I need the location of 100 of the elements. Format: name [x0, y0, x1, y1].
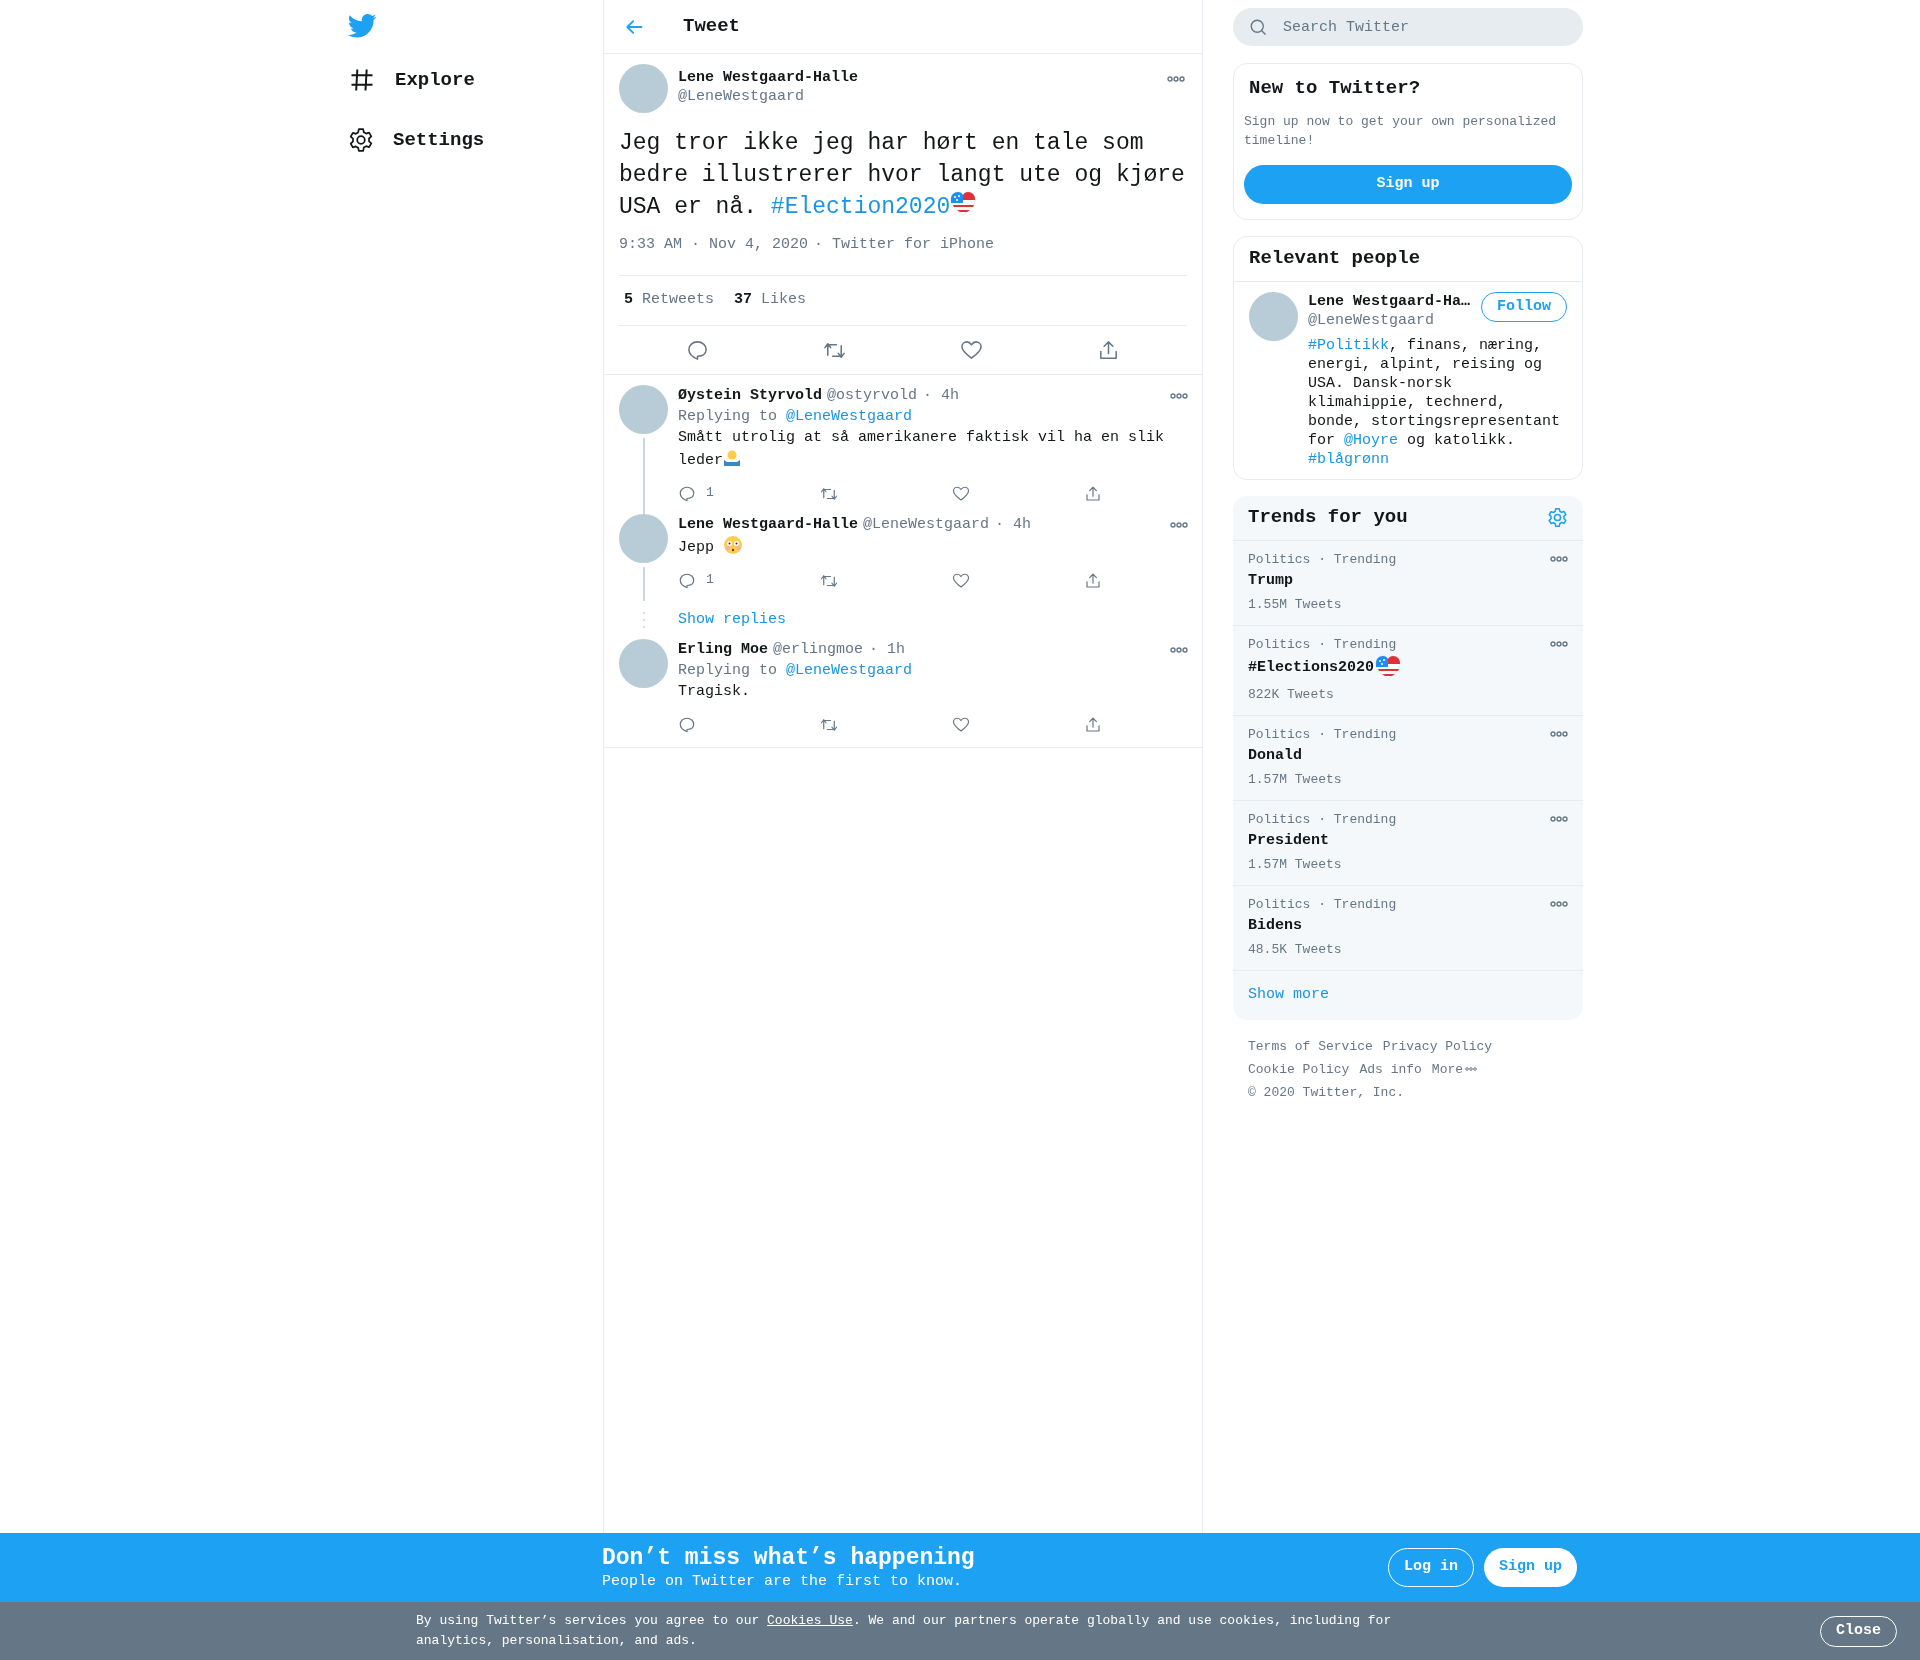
tweet-stat[interactable]: 37 Likes: [734, 289, 807, 312]
search-field[interactable]: Search Twitter: [1233, 8, 1583, 46]
show-more-link[interactable]: Show more: [1248, 983, 1329, 1007]
share-icon[interactable]: [1084, 485, 1102, 503]
mention-link[interactable]: @LeneWestgaard: [786, 662, 913, 679]
more-icon[interactable]: [1550, 555, 1568, 562]
more-icon[interactable]: [1550, 900, 1568, 907]
footer-link[interactable]: Ads info: [1359, 1057, 1422, 1081]
trend-item[interactable]: Politics · Trending Trump 1.55M Tweets: [1233, 540, 1583, 626]
more-icon[interactable]: [1550, 730, 1568, 737]
reply-icon[interactable]: [686, 338, 709, 362]
card-title: New to Twitter?: [1248, 76, 1422, 101]
show-replies-link[interactable]: Show replies: [678, 608, 787, 632]
trend-item[interactable]: Politics · Trending Bidens 48.5K Tweets: [1233, 885, 1583, 971]
trend-item[interactable]: Politics · Trending Donald 1.57M Tweets: [1233, 715, 1583, 801]
more-icon[interactable]: [1170, 646, 1188, 653]
footer-link[interactable]: Privacy Policy: [1382, 1034, 1493, 1058]
cookie-text: By using Twitter’s services you agree to our Cookies Use. We and our partners operate globally and use cookies, including for analytics, personalisation, and ads.: [416, 1612, 1393, 1650]
tweet-timestamp[interactable]: 9:33 AM · Nov 4, 2020: [619, 233, 809, 257]
flushed-face-icon: [723, 535, 743, 555]
search-icon: [1249, 18, 1267, 36]
copyright-text: © 2020 Twitter, Inc.: [1248, 1083, 1405, 1102]
settings-icon[interactable]: [1547, 507, 1568, 528]
trend-name: #Elections2020: [1248, 658, 1375, 678]
more-icon[interactable]: [1550, 640, 1568, 647]
replying-to-text: Replying to @LeneWestgaard: [678, 407, 914, 427]
reply-count: 1: [706, 570, 714, 589]
nav-link[interactable]: Settings: [348, 125, 603, 155]
more-icon[interactable]: [1170, 392, 1188, 399]
trend-name: President: [1248, 830, 1329, 851]
trend-name: Bidens: [1248, 915, 1302, 936]
trend-category: Politics · Trending: [1248, 635, 1397, 654]
more-icon[interactable]: [1550, 815, 1568, 822]
bird-logo-icon[interactable]: [348, 14, 377, 38]
reply-icon[interactable]: [678, 716, 696, 734]
reply-count: 1: [706, 483, 714, 502]
trend-item[interactable]: Politics · Trending #Elections2020 822K Tweets: [1233, 625, 1583, 716]
author-handle[interactable]: @ostyrvold: [827, 385, 918, 406]
author-name[interactable]: Erling Moe: [678, 639, 768, 660]
author-handle[interactable]: @LeneWestgaard: [678, 87, 805, 106]
card-text: Sign up now to get your own personalized timeline!: [1244, 112, 1558, 150]
signup-button[interactable]: Sign up: [1244, 164, 1572, 204]
more-icon: [1465, 1067, 1478, 1071]
like-icon[interactable]: [952, 716, 970, 734]
cookies-link[interactable]: Cookies Use: [767, 1613, 853, 1628]
author-handle[interactable]: @erlingmoe: [773, 639, 864, 660]
close-button[interactable]: Close: [1820, 1615, 1897, 1647]
flag-heart-icon: [950, 191, 977, 217]
like-icon[interactable]: [952, 485, 970, 503]
author-name[interactable]: Lene Westgaard-Halle: [678, 514, 859, 535]
footer-link[interactable]: More: [1431, 1057, 1464, 1081]
retweet-icon[interactable]: [820, 716, 838, 734]
footer-link[interactable]: Terms of Service: [1248, 1034, 1373, 1058]
replying-to-text: Replying to @LeneWestgaard: [678, 661, 914, 681]
mention-link[interactable]: @LeneWestgaard: [786, 408, 913, 425]
trend-name: Trump: [1248, 570, 1293, 591]
like-icon[interactable]: [960, 338, 983, 362]
reply-time[interactable]: · 4h: [923, 385, 960, 406]
reply-text: Jepp: [678, 535, 1188, 559]
share-icon[interactable]: [1084, 572, 1102, 590]
reply-time[interactable]: · 1h: [869, 639, 906, 660]
settings-icon: [348, 127, 374, 153]
share-icon[interactable]: [1084, 716, 1102, 734]
author-name[interactable]: Øystein Styrvold: [678, 385, 823, 406]
tweet-stat[interactable]: 5 Retweets: [624, 289, 715, 312]
trend-category: Politics · Trending: [1248, 725, 1397, 744]
reply-icon[interactable]: [678, 485, 696, 503]
retweet-icon[interactable]: [820, 485, 838, 503]
footer-link[interactable]: Cookie Policy: [1248, 1057, 1350, 1081]
hashtag-link[interactable]: #Politikk: [1308, 336, 1389, 354]
reply-text: Tragisk.: [678, 682, 751, 702]
shrug-emoji-icon: [723, 449, 741, 467]
trend-count: 1.57M Tweets: [1248, 770, 1342, 789]
share-icon[interactable]: [1097, 338, 1120, 362]
trend-category: Politics · Trending: [1248, 895, 1397, 914]
trend-count: 822K Tweets: [1248, 685, 1334, 704]
person-name[interactable]: Lene Westgaard-Ha…: [1308, 291, 1471, 311]
trend-count: 1.55M Tweets: [1248, 595, 1342, 614]
trend-category: Politics · Trending: [1248, 810, 1397, 829]
reply-time[interactable]: · 4h: [995, 514, 1032, 535]
more-icon[interactable]: [1167, 76, 1185, 82]
banner-subtitle: People on Twitter are the first to know.: [602, 1571, 963, 1592]
tweet-source[interactable]: · Twitter for iPhone: [814, 233, 995, 257]
hashtag-link[interactable]: #blågrønn: [1308, 450, 1389, 468]
nav-link[interactable]: Explore: [348, 65, 603, 95]
author-name[interactable]: Lene Westgaard-Halle: [678, 68, 859, 87]
retweet-icon[interactable]: [820, 572, 838, 590]
trend-name: Donald: [1248, 745, 1302, 766]
trend-item[interactable]: Politics · Trending President 1.57M Tweets: [1233, 800, 1583, 886]
page-title: Tweet: [683, 14, 740, 40]
person-handle[interactable]: @LeneWestgaard: [1308, 310, 1435, 330]
hashtag-link[interactable]: #Election2020: [770, 194, 951, 220]
tweet-text: Jeg tror ikke jeg har hørt en tale som bedre illustrerer hvor langt ute og kjøre USA er nå. #Election2020: [619, 129, 1186, 222]
hashtag-link[interactable]: @Hoyre: [1344, 431, 1399, 449]
trend-count: 1.57M Tweets: [1248, 855, 1342, 874]
more-icon[interactable]: [1170, 521, 1188, 528]
author-handle[interactable]: @LeneWestgaard: [863, 514, 990, 535]
like-icon[interactable]: [952, 572, 970, 590]
reply-icon[interactable]: [678, 572, 696, 590]
signup-button[interactable]: Sign up: [1484, 1548, 1577, 1587]
